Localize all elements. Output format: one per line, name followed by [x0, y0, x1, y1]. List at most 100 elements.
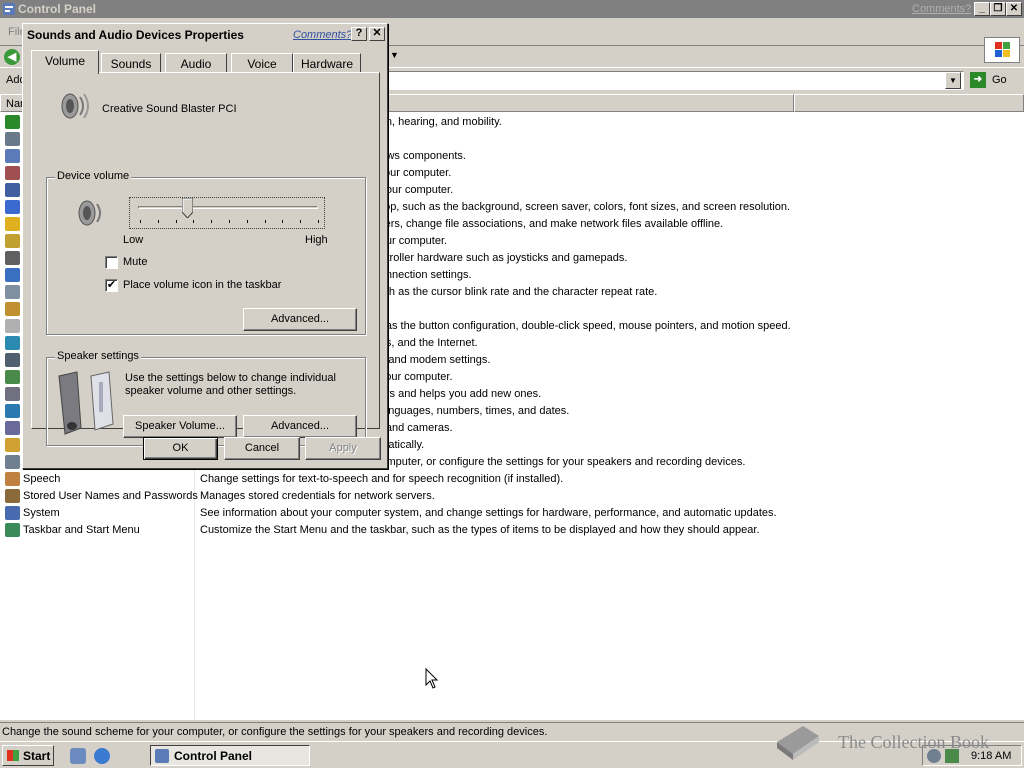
low-label: Low — [123, 234, 144, 246]
book-logo-icon — [777, 726, 819, 760]
help-button[interactable]: ? — [351, 27, 367, 41]
control-panel-icon — [3, 3, 15, 15]
speakers-icon — [58, 371, 114, 435]
list-item-description: See information about your computer syst… — [200, 507, 777, 519]
list-item-description: Customize the Start Menu and the taskbar… — [200, 524, 760, 536]
control-panel-item-icon — [5, 183, 20, 197]
taskbar-control-panel[interactable]: Control Panel — [150, 745, 310, 766]
control-panel-item-icon — [5, 319, 20, 333]
speaker-volume-button[interactable]: Speaker Volume... — [123, 415, 237, 438]
mute-checkbox[interactable] — [105, 256, 118, 269]
start-label: Start — [23, 749, 51, 763]
list-item-name: Speech — [23, 473, 61, 485]
tab-voice[interactable]: Voice — [231, 53, 293, 73]
control-panel-item-icon — [5, 234, 20, 248]
control-panel-item-icon — [5, 336, 20, 350]
list-item[interactable]: Stored User Names and Passwords Manages s… — [0, 488, 1024, 505]
minimize-button[interactable]: _ — [974, 2, 990, 16]
quick-launch-ie-icon[interactable] — [94, 748, 110, 764]
views-dropdown-icon[interactable]: ▼ — [390, 50, 399, 60]
speaker-icon — [61, 93, 89, 119]
control-panel-item-icon — [5, 132, 20, 146]
watermark: The Collection Book — [773, 720, 1023, 766]
go-button[interactable]: ➜ Go — [968, 70, 1014, 90]
tray-icon-label: Place volume icon in the taskbar — [123, 279, 282, 291]
volume-slider-track — [138, 206, 318, 209]
mouse-cursor-icon — [425, 668, 439, 689]
slider-tick — [300, 220, 302, 223]
tab-hardware[interactable]: Hardware — [293, 53, 361, 73]
windows-flag-icon — [7, 750, 19, 761]
speaker-settings-group: Speaker settings Use the settings below … — [46, 350, 366, 446]
device-volume-legend: Device volume — [55, 170, 132, 182]
back-arrow-icon[interactable]: ◀ — [4, 49, 20, 65]
dialog-title: Sounds and Audio Devices Properties — [27, 28, 244, 42]
comments-link[interactable]: Comments? — [912, 3, 971, 15]
slider-tick — [246, 220, 248, 223]
list-item-description: Change settings for text-to-speech and f… — [200, 473, 564, 485]
slider-tick — [157, 220, 159, 223]
device-volume-group: Device volume Low High Mute ✔ Place volu… — [46, 170, 366, 335]
control-panel-item-icon — [5, 251, 20, 265]
list-item-description: Manages stored credentials for network s… — [200, 490, 435, 502]
control-panel-item-icon — [5, 217, 20, 231]
dialog-title-bar: Sounds and Audio Devices Properties Comm… — [25, 26, 385, 44]
control-panel-item-icon — [5, 166, 20, 180]
device-name: Creative Sound Blaster PCI — [102, 103, 237, 115]
watermark-text: The Collection Book — [838, 732, 989, 752]
start-button[interactable]: Start — [2, 745, 54, 766]
speaker-settings-text: Use the settings below to change individ… — [125, 372, 336, 397]
list-item-name: System — [23, 507, 60, 519]
window-title: Control Panel — [18, 2, 97, 16]
sounds-dialog: Sounds and Audio Devices Properties Comm… — [22, 23, 388, 469]
mute-label: Mute — [123, 256, 148, 268]
close-button[interactable]: ✕ — [1006, 2, 1022, 16]
control-panel-item-icon — [5, 200, 20, 214]
control-panel-item-icon — [5, 268, 20, 282]
control-panel-item-icon — [5, 149, 20, 163]
control-panel-item-icon — [5, 370, 20, 384]
cancel-button[interactable]: Cancel — [224, 437, 300, 460]
list-item-name: Stored User Names and Passwords — [23, 490, 198, 502]
slider-tick — [175, 220, 177, 223]
restore-button[interactable]: ❐ — [990, 2, 1006, 16]
volume-slider-thumb[interactable] — [182, 198, 194, 218]
slider-tick — [282, 220, 284, 223]
address-input[interactable] — [386, 71, 964, 90]
tray-icon-checkbox[interactable]: ✔ — [105, 279, 118, 292]
ok-button[interactable]: OK — [143, 437, 218, 460]
apply-button[interactable]: Apply — [305, 437, 381, 460]
volume-tab-panel: Creative Sound Blaster PCI Device volume… — [31, 72, 380, 446]
control-panel-item-icon — [5, 421, 20, 435]
tab-sounds[interactable]: Sounds — [101, 53, 161, 73]
quick-launch-desktop-icon[interactable] — [70, 748, 86, 764]
slider-tick — [211, 220, 213, 223]
list-item[interactable]: System See information about your compute… — [0, 505, 1024, 522]
high-label: High — [305, 234, 328, 246]
dialog-comments-link[interactable]: Comments? — [293, 29, 352, 41]
list-item-name: Taskbar and Start Menu — [23, 524, 140, 536]
address-dropdown-button[interactable]: ▼ — [945, 72, 961, 89]
control-panel-item-icon — [5, 472, 20, 486]
tab-audio[interactable]: Audio — [165, 53, 227, 73]
list-item[interactable]: Speech Change settings for text-to-speech… — [0, 471, 1024, 488]
window-title-bar: Control Panel Comments? _ ❐ ✕ — [0, 0, 1024, 18]
control-panel-item-icon — [5, 438, 20, 452]
slider-tick — [229, 220, 230, 223]
tab-volume[interactable]: Volume — [31, 50, 99, 74]
control-panel-item-icon — [5, 506, 20, 520]
control-panel-item-icon — [5, 404, 20, 418]
control-panel-item-icon — [5, 115, 20, 129]
go-label: Go — [992, 74, 1007, 86]
slider-tick — [264, 220, 266, 223]
speaker-settings-legend: Speaker settings — [55, 350, 141, 362]
control-panel-item-icon — [5, 302, 20, 316]
volume-slider[interactable] — [129, 197, 325, 229]
go-arrow-icon: ➜ — [970, 72, 986, 88]
dialog-close-button[interactable]: ✕ — [369, 27, 385, 41]
control-panel-item-icon — [5, 523, 20, 537]
control-panel-item-icon — [5, 353, 20, 367]
device-advanced-button[interactable]: Advanced... — [243, 308, 357, 331]
speaker-advanced-button[interactable]: Advanced... — [243, 415, 357, 438]
list-item[interactable]: Taskbar and Start Menu Customize the Star… — [0, 522, 1024, 539]
